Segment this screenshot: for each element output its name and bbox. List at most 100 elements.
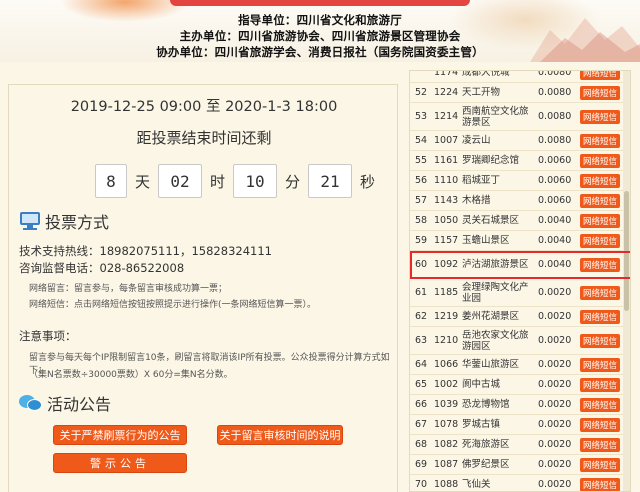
rank-number: 64 xyxy=(414,359,428,370)
ranking-row: 53 1214 西南航空文化旅游景区 0.0080 网络短信 xyxy=(410,103,630,131)
score-value: 0.0020 xyxy=(538,439,572,450)
sms-vote-button[interactable]: 网络短信 xyxy=(580,285,620,300)
score-value: 0.0080 xyxy=(538,87,572,98)
vote-method-heading: 投票方式 xyxy=(19,209,109,233)
scenic-spot-name: 罗瑞卿纪念馆 xyxy=(462,155,520,166)
countdown-seconds-unit: 秒 xyxy=(360,172,376,191)
scenic-spot-name: 木格措 xyxy=(462,195,491,206)
sms-vote-button[interactable]: 网络短信 xyxy=(580,357,620,372)
banner-title-strip xyxy=(170,0,470,6)
ranking-list-panel[interactable]: 1174 成都大悦城 0.0080 网络短信 52 1224 天工开物 0.0080 网络短信 5… xyxy=(409,70,631,492)
score-value: 0.0060 xyxy=(538,155,572,166)
score-value: 0.0040 xyxy=(538,259,572,270)
score-value: 0.0020 xyxy=(538,359,572,370)
countdown-hours-unit: 时 xyxy=(210,172,226,191)
scenic-spot-name: 恐龙博物馆 xyxy=(462,399,510,410)
ranking-row: 65 1002 阆中古城 0.0020 网络短信 xyxy=(410,375,630,395)
ranking-row: 60 1092 泸沽湖旅游景区 0.0040 网络短信 xyxy=(410,251,630,279)
scenic-spot-name: 灵关石城景区 xyxy=(462,215,520,226)
entry-number: 1219 xyxy=(434,311,459,322)
anti-fraud-notice-button[interactable]: 关于严禁刷票行为的公告 xyxy=(53,425,187,445)
rank-number: 65 xyxy=(414,379,428,390)
scenic-spot-name: 岳池农家文化旅游园区 xyxy=(462,329,529,352)
scenic-spot-name: 死海旅游区 xyxy=(462,439,510,450)
scenic-spot-name: 泸沽湖旅游景区 xyxy=(462,259,529,270)
ranking-row: 59 1157 玉蟾山景区 0.0040 网络短信 xyxy=(410,231,630,251)
sms-vote-button[interactable]: 网络短信 xyxy=(580,233,620,248)
rank-number: 57 xyxy=(414,195,428,206)
score-value: 0.0040 xyxy=(538,235,572,246)
sms-vote-button[interactable]: 网络短信 xyxy=(580,333,620,348)
ranking-scrollbar[interactable] xyxy=(623,71,630,491)
ranking-row: 67 1078 罗城古镇 0.0020 网络短信 xyxy=(410,415,630,435)
ranking-row: 1174 成都大悦城 0.0080 网络短信 xyxy=(410,70,630,83)
entry-number: 1185 xyxy=(434,287,459,298)
score-value: 0.0020 xyxy=(538,287,572,298)
rank-number: 61 xyxy=(414,287,428,298)
sms-vote-button[interactable]: 网络短信 xyxy=(580,477,620,491)
countdown-title: 距投票结束时间还剩 xyxy=(136,129,272,147)
rank-number: 60 xyxy=(414,259,428,270)
sms-vote-button[interactable]: 网络短信 xyxy=(580,397,620,412)
rank-number: 66 xyxy=(414,399,428,410)
sms-vote-button[interactable]: 网络短信 xyxy=(580,193,620,208)
entry-number: 1002 xyxy=(434,379,459,390)
countdown-minutes-unit: 分 xyxy=(285,172,301,191)
warning-notice-button[interactable]: 警示公告 xyxy=(53,453,187,473)
vote-info-panel: 2019-12-25 09:00 至 2020-1-3 18:00 距投票结束时… xyxy=(8,84,398,492)
sms-vote-button[interactable]: 网络短信 xyxy=(580,257,620,272)
sms-vote-button[interactable]: 网络短信 xyxy=(580,377,620,392)
rank-number: 59 xyxy=(414,235,428,246)
sms-vote-button[interactable]: 网络短信 xyxy=(580,457,620,472)
ranking-row: 64 1066 华蓥山旅游区 0.0020 网络短信 xyxy=(410,355,630,375)
rank-number: 63 xyxy=(414,335,428,346)
sms-vote-button[interactable]: 网络短信 xyxy=(580,173,620,188)
score-value: 0.0020 xyxy=(538,459,572,470)
online-message-rule: 网络留言：留言参与，每条留言审核成功算一票； xyxy=(29,284,228,294)
ranking-row: 57 1143 木格措 0.0060 网络短信 xyxy=(410,191,630,211)
rank-number: 67 xyxy=(414,419,428,430)
header-banner: 指导单位：四川省文化和旅游厅 主办单位：四川省旅游协会、四川省旅游景区管理协会 … xyxy=(0,0,640,62)
rank-number: 69 xyxy=(414,459,428,470)
score-value: 0.0080 xyxy=(538,70,572,78)
entry-number: 1161 xyxy=(434,155,459,166)
announcements-title: 活动公告 xyxy=(47,395,112,414)
score-value: 0.0020 xyxy=(538,419,572,430)
entry-number: 1087 xyxy=(434,459,459,470)
sms-vote-button[interactable]: 网络短信 xyxy=(580,437,620,452)
review-time-notice-button[interactable]: 关于留言审核时间的说明 xyxy=(217,425,343,445)
score-value: 0.0020 xyxy=(538,379,572,390)
vote-date-range: 2019-12-25 09:00 至 2020-1-3 18:00 xyxy=(70,99,338,115)
entry-number: 1157 xyxy=(434,235,459,246)
entry-number: 1210 xyxy=(434,335,459,346)
score-value: 0.0080 xyxy=(538,135,572,146)
countdown-seconds: 21 xyxy=(308,164,353,198)
guide-unit: 指导单位：四川省文化和旅游厅 xyxy=(238,13,402,27)
entry-number: 1143 xyxy=(434,195,459,206)
scenic-spot-name: 成都大悦城 xyxy=(462,70,510,78)
chat-bubble-icon xyxy=(19,393,43,413)
sms-vote-button[interactable]: 网络短信 xyxy=(580,309,620,324)
entry-number: 1066 xyxy=(434,359,459,370)
scenic-spot-name: 玉蟾山景区 xyxy=(462,235,510,246)
sms-vote-button[interactable]: 网络短信 xyxy=(580,109,620,124)
sms-vote-button[interactable]: 网络短信 xyxy=(580,417,620,432)
ranking-row: 66 1039 恐龙博物馆 0.0020 网络短信 xyxy=(410,395,630,415)
sms-vote-button[interactable]: 网络短信 xyxy=(580,213,620,228)
rank-number: 68 xyxy=(414,439,428,450)
scenic-spot-name: 姜州花湖景区 xyxy=(462,311,520,322)
score-value: 0.0060 xyxy=(538,195,572,206)
co-host-unit: 协办单位：四川省旅游学会、消费日报社（国务院国资委主管） xyxy=(156,45,484,59)
page-root: 指导单位：四川省文化和旅游厅 主办单位：四川省旅游协会、四川省旅游景区管理协会 … xyxy=(0,0,640,492)
scenic-spot-name: 阆中古城 xyxy=(462,379,501,390)
sms-vote-button[interactable]: 网络短信 xyxy=(580,153,620,168)
ranking-row: 69 1087 佛罗纪景区 0.0020 网络短信 xyxy=(410,455,630,475)
ranking-row: 62 1219 姜州花湖景区 0.0020 网络短信 xyxy=(410,307,630,327)
announcements-heading: 活动公告 xyxy=(19,391,111,415)
sms-vote-button[interactable]: 网络短信 xyxy=(580,133,620,148)
rank-number: 55 xyxy=(414,155,428,166)
consult-phone: 咨询监督电话：028-86522008 xyxy=(19,261,185,275)
ranking-row: 61 1185 会理绿陶文化产业园 0.0020 网络短信 xyxy=(410,279,630,307)
sms-vote-button[interactable]: 网络短信 xyxy=(580,71,620,80)
sms-vote-button[interactable]: 网络短信 xyxy=(580,85,620,100)
